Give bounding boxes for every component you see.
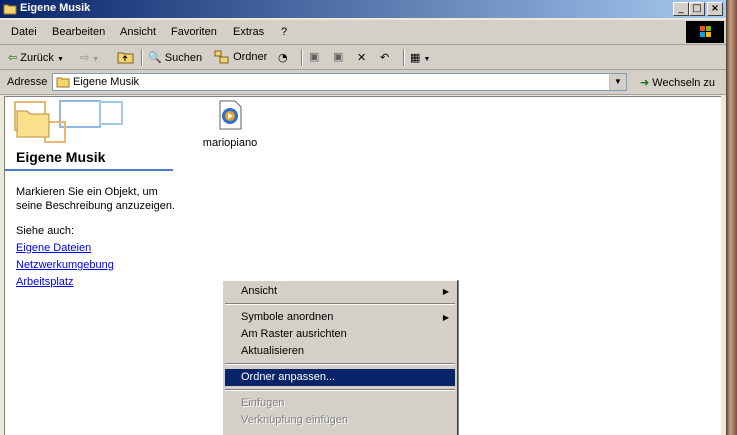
- go-label: Wechseln zu: [652, 77, 716, 89]
- delete-icon: ✕: [357, 51, 367, 64]
- menu-item-label: Am Raster ausrichten: [241, 328, 347, 340]
- menu-separator: [225, 303, 455, 305]
- menu-help[interactable]: ?: [281, 26, 287, 38]
- address-bar: Adresse Eigene Musik ▼ ➜ Wechseln zu: [0, 70, 726, 95]
- menu-ansicht[interactable]: Ansicht: [120, 26, 156, 38]
- move-to-button[interactable]: ▣: [309, 49, 319, 66]
- copy-to-icon: ▣: [333, 51, 344, 63]
- link-arbeitsplatz[interactable]: Arbeitsplatz: [16, 276, 73, 288]
- menu-datei[interactable]: Datei: [11, 26, 37, 38]
- menu-item-label: Verknüpfung einfügen: [241, 414, 349, 426]
- minimize-button[interactable]: _: [673, 2, 689, 16]
- windows-logo-icon: [686, 21, 724, 43]
- context-menu: Ansicht ▶ Symbole anordnen ▶ Am Raster a…: [222, 280, 458, 435]
- history-button[interactable]: ◔: [278, 49, 288, 66]
- panel-divider: [5, 169, 173, 171]
- folder-icon: [56, 77, 70, 88]
- close-button[interactable]: ×: [707, 2, 723, 16]
- views-button[interactable]: ▦ ▼: [410, 49, 430, 66]
- menu-bar: Datei Bearbeiten Ansicht Favoriten Extra…: [0, 20, 726, 45]
- go-arrow-icon: ➜: [640, 76, 650, 89]
- up-folder-button[interactable]: [117, 49, 135, 66]
- menu-item-aktualisieren[interactable]: Aktualisieren: [225, 343, 455, 360]
- back-label: Zurück: [20, 52, 54, 64]
- menu-item-verknuepfung-einfuegen: Verknüpfung einfügen: [225, 412, 455, 429]
- file-item[interactable]: mariopiano: [200, 99, 260, 149]
- copy-to-button[interactable]: ▣: [333, 49, 343, 66]
- address-label: Adresse: [7, 76, 48, 88]
- history-icon: ◔: [278, 51, 288, 64]
- menu-item-label: Ordner anpassen...: [241, 371, 336, 383]
- back-arrow-icon: ⇦: [8, 51, 18, 64]
- address-input[interactable]: Eigene Musik ▼: [52, 73, 627, 91]
- panel-title: Eigene Musik: [16, 149, 106, 165]
- menu-bearbeiten[interactable]: Bearbeiten: [52, 26, 105, 38]
- menu-item-label: Ansicht: [241, 285, 278, 297]
- chevron-down-icon: ▼: [56, 56, 64, 63]
- search-button[interactable]: 🔍 Suchen: [148, 49, 202, 66]
- menu-item-label: Symbole anordnen: [241, 311, 334, 323]
- chevron-down-icon: ▼: [614, 77, 622, 86]
- forward-button[interactable]: ⇨ ▼: [80, 49, 99, 66]
- menu-item-label: Aktualisieren: [241, 345, 304, 357]
- delete-button[interactable]: ✕: [357, 49, 366, 66]
- link-eigene-dateien[interactable]: Eigene Dateien: [16, 242, 91, 254]
- link-netzwerkumgebung[interactable]: Netzwerkumgebung: [16, 259, 114, 271]
- menu-item-ansicht[interactable]: Ansicht ▶: [225, 283, 455, 300]
- toolbar-separator: [141, 49, 143, 66]
- search-label: Suchen: [164, 52, 203, 64]
- folder-header-graphic: [14, 100, 123, 143]
- maximize-button[interactable]: □: [689, 2, 705, 16]
- menu-extras[interactable]: Extras: [233, 26, 264, 38]
- menu-favoriten[interactable]: Favoriten: [171, 26, 217, 38]
- desktop-background: [726, 0, 737, 435]
- views-icon: ▦: [410, 51, 421, 64]
- go-button[interactable]: ➜ Wechseln zu: [640, 76, 715, 89]
- submenu-arrow-icon: ▶: [442, 313, 449, 322]
- folders-icon: [214, 50, 229, 64]
- address-dropdown-button[interactable]: ▼: [609, 74, 626, 90]
- menu-item-symbole-anordnen[interactable]: Symbole anordnen ▶: [225, 309, 455, 326]
- menu-separator: [225, 363, 455, 365]
- see-also-label: Siehe auch:: [16, 225, 75, 237]
- undo-button[interactable]: ↶: [380, 49, 389, 66]
- menu-separator: [225, 389, 455, 391]
- up-folder-icon: [117, 52, 134, 64]
- undo-icon: ↶: [380, 51, 390, 64]
- chevron-down-icon: ▼: [92, 56, 100, 63]
- forward-arrow-icon: ⇨: [80, 51, 90, 64]
- title-bar[interactable]: Eigene Musik _ □ ×: [0, 0, 726, 18]
- toolbar-separator: [301, 49, 303, 66]
- search-icon: 🔍: [148, 51, 162, 64]
- folders-button[interactable]: Ordner: [214, 49, 267, 66]
- window-title: Eigene Musik: [20, 2, 91, 14]
- back-button[interactable]: ⇦ Zurück ▼: [8, 49, 64, 66]
- move-to-icon: ▣: [309, 51, 320, 63]
- folders-label: Ordner: [233, 51, 268, 63]
- toolbar-separator: [403, 49, 405, 66]
- submenu-arrow-icon: ▶: [442, 287, 449, 296]
- media-file-icon: [219, 100, 242, 130]
- explorer-window: Eigene Musik _ □ × Datei Bearbeiten Ansi…: [0, 0, 726, 435]
- panel-description: Markieren Sie ein Objekt, um seine Besch…: [16, 186, 176, 212]
- address-value: Eigene Musik: [73, 76, 140, 88]
- chevron-down-icon: ▼: [423, 56, 431, 63]
- menu-item-am-raster-ausrichten[interactable]: Am Raster ausrichten: [225, 326, 455, 343]
- toolbar: ⇦ Zurück ▼ ⇨ ▼ 🔍 Suchen Ordner ◔ ▣ ▣ ✕ ↶…: [0, 45, 726, 70]
- folder-icon: [3, 4, 17, 15]
- file-name: mariopiano: [202, 137, 258, 149]
- menu-item-einfuegen: Einfügen: [225, 395, 455, 412]
- menu-item-ordner-anpassen[interactable]: Ordner anpassen...: [225, 369, 455, 386]
- menu-item-label: Einfügen: [241, 397, 285, 409]
